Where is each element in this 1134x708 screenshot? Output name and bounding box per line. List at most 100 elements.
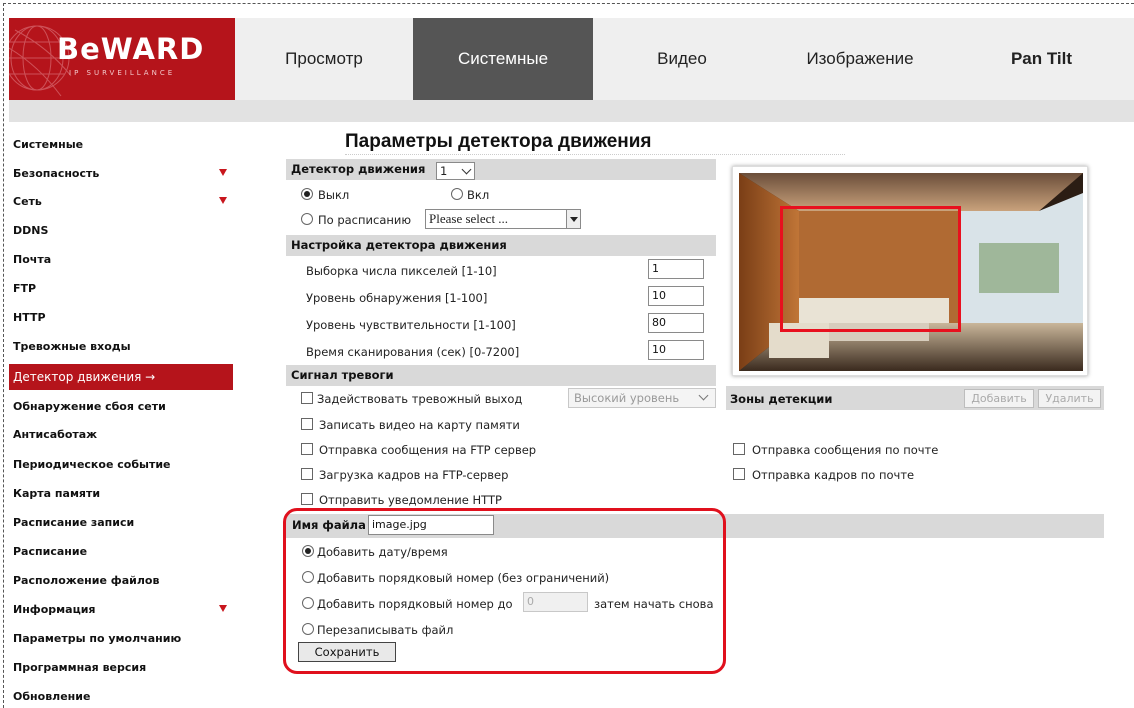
expand-arrow-icon bbox=[219, 605, 227, 612]
checkbox-ftp-message[interactable] bbox=[301, 443, 313, 455]
scan-time-label: Время сканирования (сек) [0-7200] bbox=[306, 345, 520, 359]
logo-subtitle: IP SURVEILLANCE bbox=[69, 69, 176, 77]
checkbox-record-sd[interactable] bbox=[301, 418, 313, 430]
tab-video[interactable]: Видео bbox=[593, 18, 771, 100]
checkbox-http-notify[interactable] bbox=[301, 493, 313, 505]
detector-select-value: 1 bbox=[440, 164, 448, 178]
sidebar-item-system[interactable]: Системные bbox=[9, 132, 233, 158]
checkbox-ftp-frames[interactable] bbox=[301, 468, 313, 480]
sidebar-item-label: Расписание записи bbox=[13, 516, 135, 529]
sidebar-item-label: DDNS bbox=[13, 224, 49, 237]
email-frames-label: Отправка кадров по почте bbox=[752, 468, 915, 482]
detector-select[interactable]: 1 bbox=[436, 162, 475, 180]
chevron-down-icon bbox=[461, 164, 472, 175]
sensitivity-label: Уровень чувствительности [1-100] bbox=[306, 318, 516, 332]
chevron-down-icon bbox=[698, 390, 709, 401]
logo-text: BeWARD bbox=[57, 32, 205, 66]
schedule-select-value: Please select ... bbox=[429, 211, 509, 226]
section-alarm-label: Сигнал тревоги bbox=[291, 368, 394, 382]
sidebar-item-mail[interactable]: Почта bbox=[9, 247, 233, 273]
tab-system[interactable]: Системные bbox=[413, 18, 593, 100]
sidebar-item-security[interactable]: Безопасность bbox=[9, 161, 233, 187]
checkbox-trigger-output[interactable] bbox=[301, 392, 313, 404]
page-frame-top bbox=[3, 3, 1134, 4]
sidebar-item-tamper[interactable]: Антисаботаж bbox=[9, 422, 233, 448]
sidebar-item-record-schedule[interactable]: Расписание записи bbox=[9, 510, 233, 536]
sidebar-item-label: Программная версия bbox=[13, 661, 147, 674]
radio-off-label: Выкл bbox=[318, 188, 350, 202]
section-settings: Настройка детектора движения bbox=[286, 235, 716, 256]
detection-zone-rect[interactable] bbox=[780, 206, 961, 332]
zone-add-button[interactable]: Добавить bbox=[964, 389, 1034, 408]
detection-level-label: Уровень обнаружения [1-100] bbox=[306, 291, 488, 305]
sidebar-item-label: Периодическое событие bbox=[13, 458, 171, 471]
radio-schedule[interactable] bbox=[301, 213, 313, 225]
sidebar-item-periodic-event[interactable]: Периодическое событие bbox=[9, 452, 233, 478]
sidebar-item-label: Сеть bbox=[13, 195, 42, 208]
detection-level-input[interactable]: 10 bbox=[648, 286, 704, 306]
section-detector: Детектор движения bbox=[286, 159, 716, 180]
sidebar-item-label: Обновление bbox=[13, 690, 91, 703]
camera-preview bbox=[732, 166, 1088, 376]
zone-delete-button[interactable]: Удалить bbox=[1038, 389, 1101, 408]
sidebar-item-sd-card[interactable]: Карта памяти bbox=[9, 481, 233, 507]
sidebar-item-firmware-version[interactable]: Программная версия bbox=[9, 655, 233, 681]
sidebar-item-label: Карта памяти bbox=[13, 487, 101, 500]
email-message-label: Отправка сообщения по почте bbox=[752, 443, 939, 457]
scan-time-input[interactable]: 10 bbox=[648, 340, 704, 360]
http-notify-label: Отправить уведомление HTTP bbox=[319, 493, 502, 507]
sidebar-item-label: Расположение файлов bbox=[13, 574, 160, 587]
radio-off[interactable] bbox=[301, 188, 313, 200]
sidebar-item-ftp[interactable]: FTP bbox=[9, 276, 233, 302]
tab-image[interactable]: Изображение bbox=[771, 18, 949, 100]
sidebar-item-schedule[interactable]: Расписание bbox=[9, 539, 233, 565]
section-settings-label: Настройка детектора движения bbox=[291, 238, 507, 252]
dropdown-arrow-icon bbox=[566, 210, 580, 228]
sidebar-item-defaults[interactable]: Параметры по умолчанию bbox=[9, 626, 233, 652]
sidebar-item-label: Информация bbox=[13, 603, 96, 616]
sidebar-item-label: Почта bbox=[13, 253, 52, 266]
highlight-annotation bbox=[283, 508, 726, 674]
sidebar-item-label: Безопасность bbox=[13, 167, 100, 180]
sidebar-item-label: Антисаботаж bbox=[13, 428, 98, 441]
brand-logo: BeWARD IP SURVEILLANCE bbox=[9, 18, 235, 100]
sidebar-item-motion-detector[interactable]: Детектор движения → bbox=[9, 364, 233, 390]
sidebar-item-information[interactable]: Информация bbox=[9, 597, 233, 623]
tab-pan-tilt[interactable]: Pan Tilt bbox=[949, 18, 1134, 100]
trigger-output-label: Задействовать тревожный выход bbox=[317, 392, 523, 406]
sidebar-item-network[interactable]: Сеть bbox=[9, 189, 233, 215]
title-divider bbox=[345, 154, 845, 155]
output-level-value: Высокий уровень bbox=[574, 391, 680, 405]
sidebar-item-alarm-inputs[interactable]: Тревожные входы bbox=[9, 334, 233, 360]
ftp-frames-label: Загрузка кадров на FTP-сервер bbox=[319, 468, 509, 482]
tab-view[interactable]: Просмотр bbox=[235, 18, 413, 100]
sidebar-item-update[interactable]: Обновление bbox=[9, 684, 233, 708]
sidebar-item-ddns[interactable]: DDNS bbox=[9, 218, 233, 244]
sidebar-item-label: HTTP bbox=[13, 311, 46, 324]
sidebar-item-label: FTP bbox=[13, 282, 37, 295]
output-level-select[interactable]: Высокий уровень bbox=[568, 388, 716, 408]
sidebar-item-label: Системные bbox=[13, 138, 84, 151]
record-sd-label: Записать видео на карту памяти bbox=[319, 418, 520, 432]
sidebar-item-http[interactable]: HTTP bbox=[9, 305, 233, 331]
radio-schedule-label: По расписанию bbox=[318, 213, 412, 227]
sidebar-item-network-failure[interactable]: Обнаружение сбоя сети bbox=[9, 394, 233, 420]
sidebar-item-label: Расписание bbox=[13, 545, 88, 558]
checkbox-email-message[interactable] bbox=[733, 443, 745, 455]
schedule-select[interactable]: Please select ... bbox=[425, 209, 581, 229]
sidebar-item-label: Обнаружение сбоя сети bbox=[13, 400, 166, 413]
pixel-sampling-input[interactable]: 1 bbox=[648, 259, 704, 279]
zones-title: Зоны детекции bbox=[730, 392, 833, 406]
sub-header-bar bbox=[9, 100, 1134, 122]
sensitivity-input[interactable]: 80 bbox=[648, 313, 704, 333]
radio-on[interactable] bbox=[451, 188, 463, 200]
sidebar-item-label: Детектор движения → bbox=[13, 370, 156, 384]
sidebar-item-label: Параметры по умолчанию bbox=[13, 632, 182, 645]
section-detector-label: Детектор движения bbox=[291, 162, 426, 176]
ftp-message-label: Отправка сообщения на FTP сервер bbox=[319, 443, 537, 457]
section-alarm: Сигнал тревоги bbox=[286, 365, 716, 386]
checkbox-email-frames[interactable] bbox=[733, 468, 745, 480]
page-title: Параметры детектора движения bbox=[345, 131, 652, 152]
sidebar-item-file-location[interactable]: Расположение файлов bbox=[9, 568, 233, 594]
pixel-sampling-label: Выборка числа пикселей [1-10] bbox=[306, 264, 497, 278]
